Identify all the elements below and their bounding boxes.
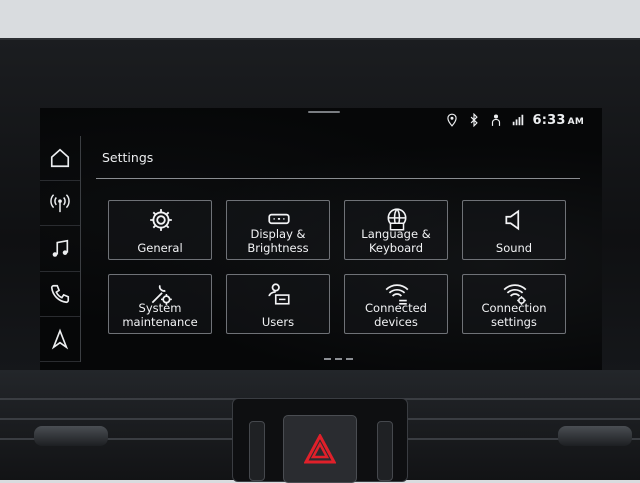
wifi-gear-icon	[503, 284, 527, 305]
tile-display-brightness[interactable]: Display & Brightness	[226, 200, 330, 260]
nav-phone[interactable]	[40, 272, 80, 317]
infotainment-screen: 6:33 AM Settings General Display & Brigh…	[40, 108, 602, 370]
page-indicator	[324, 358, 353, 360]
tile-connection-settings[interactable]: Connection settings	[462, 274, 566, 334]
tile-label: Sound	[495, 241, 533, 255]
tile-connected-devices[interactable]: Connected devices	[344, 274, 448, 334]
tile-general[interactable]: General	[108, 200, 212, 260]
display-icon	[268, 213, 290, 225]
globe-keyboard-icon	[387, 208, 407, 231]
gear-icon	[150, 209, 172, 231]
bluetooth-icon	[470, 113, 478, 127]
display-bezel: 6:33 AM Settings General Display & Brigh…	[0, 38, 640, 372]
navigation-arrow-icon	[51, 328, 69, 350]
center-console	[0, 370, 640, 483]
speaker-icon	[505, 209, 520, 231]
vent-adjuster-left[interactable]	[34, 426, 108, 446]
user-card-icon	[268, 283, 290, 305]
nav-media[interactable]	[40, 226, 80, 272]
status-bar: 6:33 AM	[445, 110, 584, 130]
tile-users[interactable]: Users	[226, 274, 330, 334]
vent-slat[interactable]	[249, 421, 265, 481]
vent-slat[interactable]	[377, 421, 393, 481]
tile-sound[interactable]: Sound	[462, 200, 566, 260]
settings-grid: General Display & Brightness Language & …	[108, 200, 566, 334]
clock: 6:33 AM	[532, 112, 584, 128]
location-pin-icon	[446, 113, 457, 127]
nav-radio[interactable]	[40, 181, 80, 227]
home-icon	[50, 148, 70, 168]
wrench-gear-icon	[151, 285, 172, 305]
hazard-panel	[232, 398, 408, 483]
signal-icon	[512, 114, 523, 126]
person-icon	[491, 114, 500, 126]
phone-icon	[50, 284, 70, 303]
tile-system-maintenance[interactable]: System maintenance	[108, 274, 212, 334]
music-note-icon	[52, 239, 69, 257]
pager-dot	[335, 358, 342, 360]
nav-home[interactable]	[40, 136, 80, 182]
pager-dot	[324, 358, 331, 360]
nav-navigation[interactable]	[40, 317, 80, 363]
wifi-list-icon	[385, 284, 409, 305]
tile-label: Users	[261, 315, 295, 329]
pull-down-handle[interactable]	[308, 111, 340, 113]
title-divider	[96, 178, 580, 179]
nav-rail	[40, 136, 81, 363]
vent-adjuster-right[interactable]	[558, 426, 632, 446]
radio-antenna-icon	[50, 194, 70, 213]
hazard-triangle-icon	[304, 434, 336, 464]
hazard-button[interactable]	[283, 415, 357, 483]
pager-dot	[346, 358, 353, 360]
page-title: Settings	[102, 150, 154, 165]
tile-language-keyboard[interactable]: Language & Keyboard	[344, 200, 448, 260]
tile-label: General	[137, 241, 183, 255]
